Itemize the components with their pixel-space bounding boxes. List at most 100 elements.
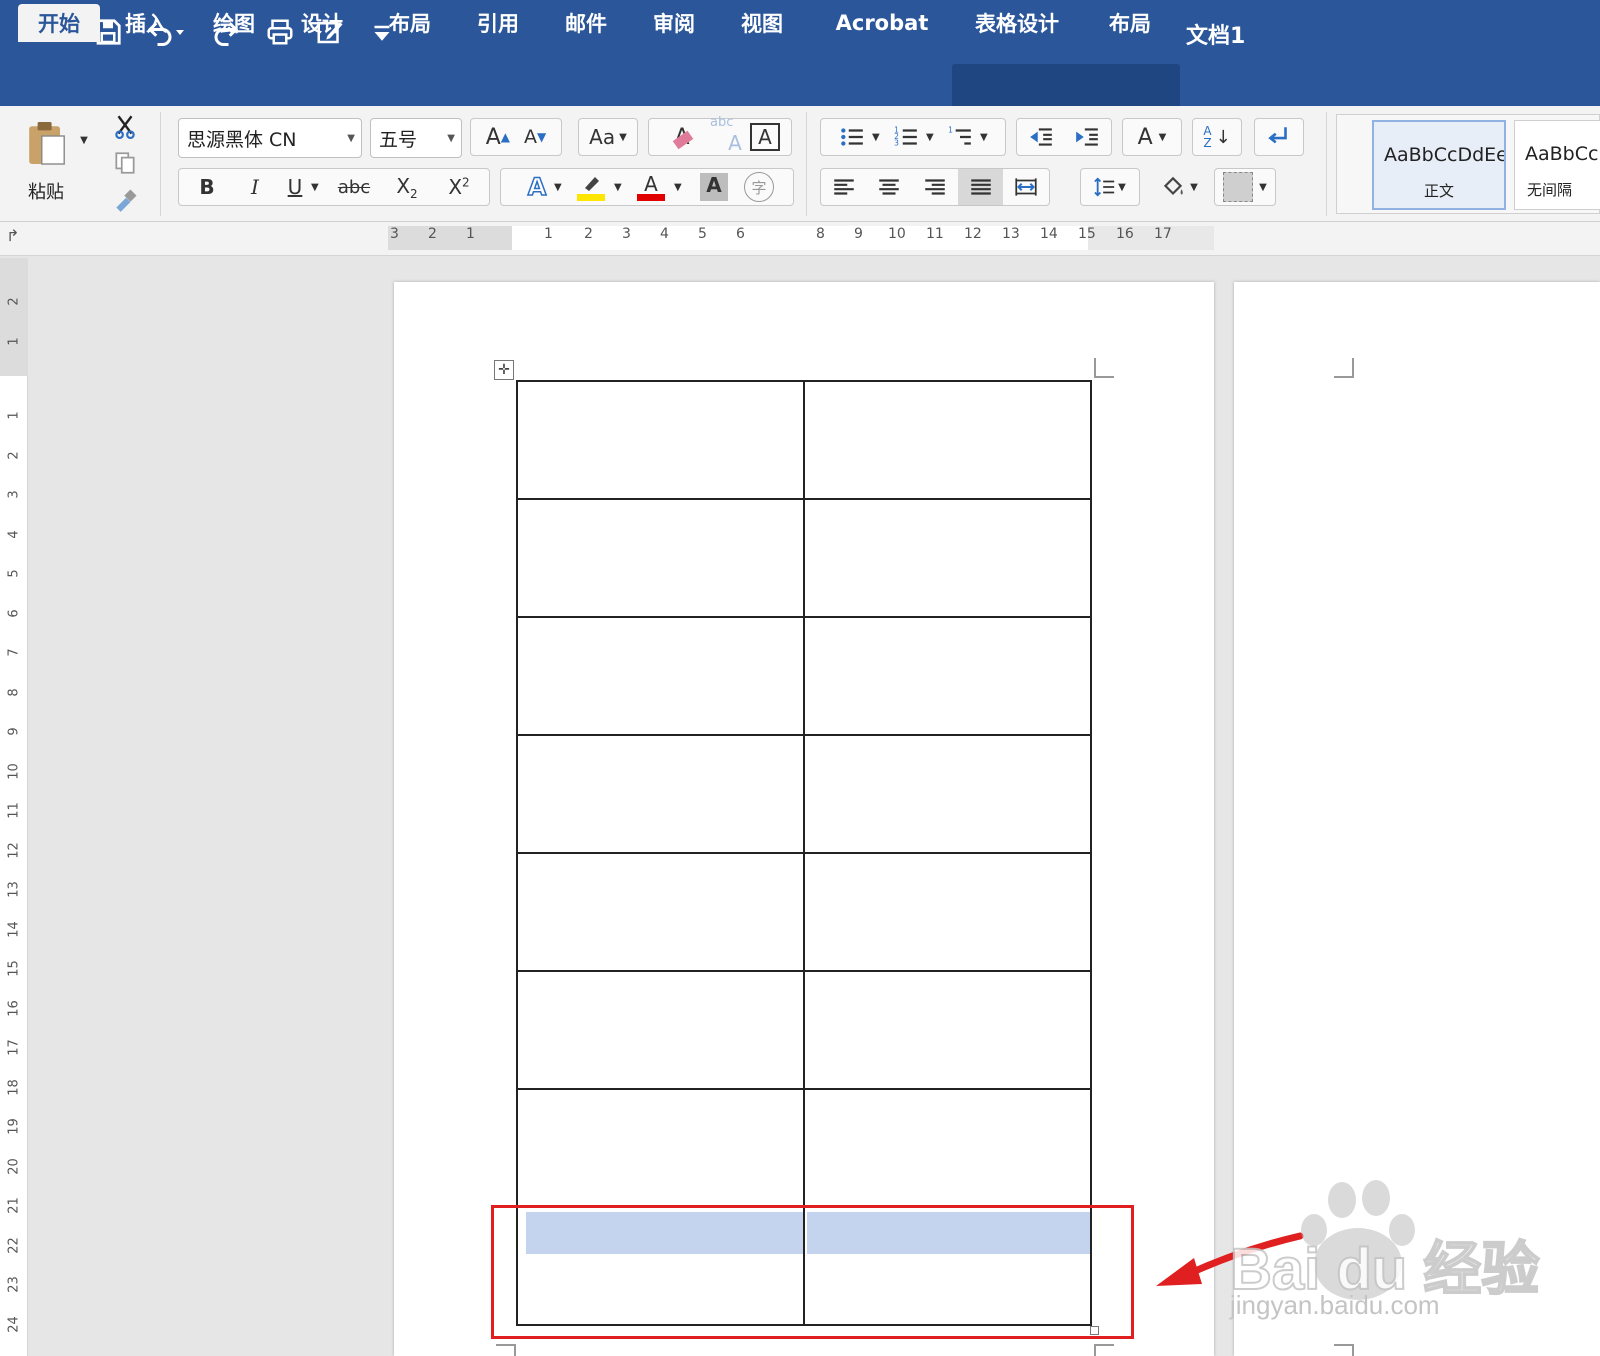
table-cell[interactable] <box>803 1088 1092 1208</box>
align-right-icon[interactable] <box>912 174 958 200</box>
ruler-number: 15 <box>6 960 22 977</box>
ruler-number: 13 <box>1002 226 1020 242</box>
margin-corner-mark <box>1334 1344 1354 1356</box>
highlight-dropdown-icon[interactable]: ▼ <box>614 182 628 193</box>
borders-button[interactable]: ▼ <box>1214 168 1276 206</box>
horizontal-ruler[interactable]: 3 2 1 1 2 3 4 5 6 8 9 10 11 12 13 14 15 16 17 <box>388 226 1214 250</box>
cut-icon[interactable] <box>106 108 144 144</box>
enclose-characters-button[interactable]: 字 <box>744 172 774 202</box>
numbering-dropdown-icon[interactable]: ▼ <box>926 132 940 143</box>
align-center-icon[interactable] <box>867 174 913 200</box>
tab-selector-icon[interactable]: ↱ <box>6 226 19 245</box>
change-case-button[interactable]: Aa ▼ <box>578 118 638 156</box>
table-cell[interactable] <box>803 734 1092 854</box>
font-size-value: 五号 <box>379 128 418 151</box>
ruler-number: 11 <box>6 802 22 819</box>
table-cell[interactable] <box>803 852 1092 972</box>
table-cell[interactable] <box>803 616 1092 736</box>
ruler-number: 11 <box>926 226 944 242</box>
table-move-handle-icon[interactable]: ✛ <box>494 360 514 380</box>
multilevel-list-icon[interactable]: 1 <box>940 124 980 150</box>
ruler-number: 21 <box>6 1197 22 1214</box>
numbering-icon[interactable]: 123 <box>886 124 926 150</box>
margin-corner-mark <box>1094 1344 1114 1356</box>
vertical-ruler[interactable]: 2 1 1 2 3 4 5 6 7 8 9 10 11 12 13 14 15 16 17 18 19 20 21 22 23 2… <box>0 258 28 1356</box>
underline-dropdown-icon[interactable]: ▼ <box>311 182 327 193</box>
table-cell[interactable] <box>516 970 805 1090</box>
font-color-swatch <box>637 193 665 201</box>
shrink-font-button[interactable]: A <box>524 126 537 148</box>
tab-table-design[interactable]: 表格设计 <box>962 4 1072 42</box>
table-cell[interactable] <box>516 852 805 972</box>
italic-button[interactable]: I <box>231 175 279 199</box>
document-table[interactable] <box>516 380 1092 1326</box>
copy-icon[interactable] <box>106 146 144 180</box>
tab-acrobat[interactable]: Acrobat <box>830 4 934 42</box>
tab-table-layout[interactable]: 布局 <box>1090 4 1170 42</box>
tab-layout[interactable]: 布局 <box>374 4 446 42</box>
ribbon-separator <box>160 112 161 216</box>
increase-indent-icon[interactable] <box>1064 124 1110 150</box>
font-color-button[interactable]: A <box>628 174 674 201</box>
table-cell[interactable] <box>516 1088 805 1208</box>
font-color-dropdown-icon[interactable]: ▼ <box>674 182 688 193</box>
table-cell[interactable] <box>803 498 1092 618</box>
tab-review[interactable]: 审阅 <box>638 4 710 42</box>
shading-button[interactable]: ▼ <box>1150 168 1208 206</box>
bullets-icon[interactable] <box>832 124 872 150</box>
bullets-dropdown-icon[interactable]: ▼ <box>872 132 886 143</box>
text-effects-button[interactable]: A <box>520 172 554 202</box>
paste-icon[interactable] <box>18 114 74 172</box>
character-shading-button[interactable]: A <box>700 173 728 201</box>
align-left-icon[interactable] <box>821 174 867 200</box>
tab-draw[interactable]: 绘图 <box>198 4 270 42</box>
ribbon-separator <box>1326 112 1327 216</box>
text-effects-dropdown-icon[interactable]: ▼ <box>554 182 568 193</box>
style-no-spacing[interactable]: AaBbCcD 无间隔 <box>1514 120 1600 210</box>
tab-design[interactable]: 设计 <box>286 4 358 42</box>
distribute-icon[interactable] <box>1003 174 1049 200</box>
ruler-number: 12 <box>6 841 22 859</box>
table-cell[interactable] <box>803 970 1092 1090</box>
multilevel-dropdown-icon[interactable]: ▼ <box>980 132 994 143</box>
table-cell[interactable] <box>516 498 805 618</box>
phonetic-guide-button[interactable]: abc A <box>704 115 750 155</box>
paste-dropdown-icon[interactable]: ▼ <box>76 130 92 150</box>
sort-button[interactable]: A Z ↓ <box>1192 118 1242 156</box>
tab-mailings[interactable]: 邮件 <box>550 4 622 42</box>
underline-button[interactable]: U <box>279 175 311 199</box>
line-spacing-button[interactable]: ▼ <box>1080 168 1140 206</box>
table-cell[interactable] <box>516 380 805 500</box>
ruler-number: 17 <box>1154 226 1172 242</box>
format-painter-icon[interactable] <box>106 184 144 218</box>
strikethrough-button[interactable]: abc <box>327 177 381 198</box>
font-name-combo[interactable]: 思源黑体 CN ▼ <box>178 118 362 158</box>
tab-insert[interactable]: 插入 <box>110 4 182 42</box>
ruler-number: 7 <box>6 648 22 657</box>
ruler-number: 16 <box>1116 226 1134 242</box>
table-cell[interactable] <box>516 734 805 854</box>
table-cell[interactable] <box>516 616 805 736</box>
tab-references[interactable]: 引用 <box>462 4 534 42</box>
justify-icon[interactable] <box>957 169 1004 205</box>
tab-home[interactable]: 开始 <box>18 4 100 42</box>
tab-view[interactable]: 视图 <box>726 4 798 42</box>
style-normal[interactable]: AaBbCcDdEe 正文 <box>1372 120 1506 210</box>
superscript-button[interactable]: X2 <box>433 175 485 199</box>
basic-format-group: B I U ▼ abc X2 X2 <box>178 168 490 206</box>
ruler-number: 14 <box>1040 226 1058 242</box>
decrease-indent-icon[interactable] <box>1018 124 1064 150</box>
character-border-button[interactable]: A <box>750 123 780 151</box>
font-size-combo[interactable]: 五号 ▼ <box>370 118 462 158</box>
ruler-number: 10 <box>888 226 906 242</box>
font-size-adjust-group: A ▲ A ▼ <box>470 118 562 156</box>
highlight-button[interactable] <box>568 174 614 201</box>
asian-layout-button[interactable]: A ▼ <box>1122 118 1182 156</box>
grow-font-button[interactable]: A <box>486 125 501 150</box>
ruler-number: 4 <box>660 226 669 242</box>
show-formatting-marks-button[interactable] <box>1254 118 1304 156</box>
table-cell[interactable] <box>803 380 1092 500</box>
subscript-button[interactable]: X2 <box>381 174 433 201</box>
bold-button[interactable]: B <box>183 175 231 199</box>
clear-formatting-button[interactable]: A <box>660 125 704 150</box>
